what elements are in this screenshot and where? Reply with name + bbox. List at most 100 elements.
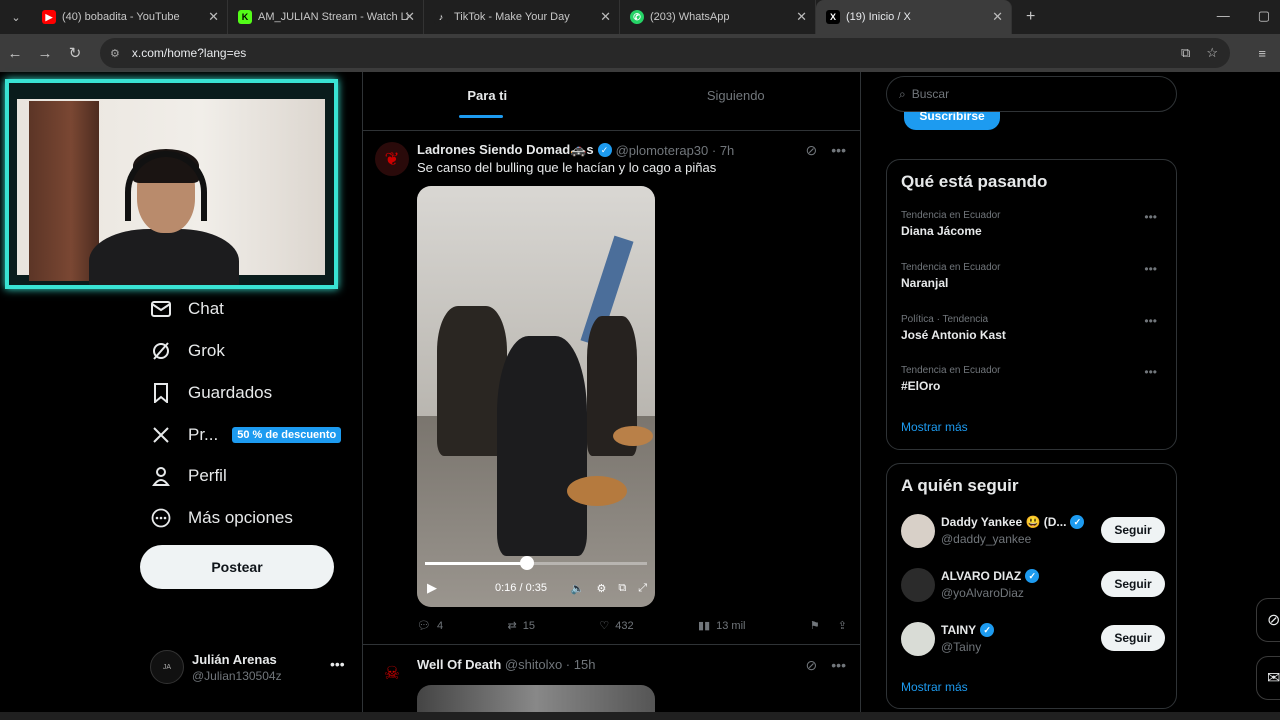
install-app-icon[interactable]: ⧉ (1181, 45, 1190, 61)
follow-button[interactable]: Seguir (1101, 571, 1165, 597)
settings-icon[interactable]: ⚙ (596, 582, 606, 595)
author-handle[interactable]: @shitolxo (505, 657, 562, 672)
nav-item-mas-opciones[interactable]: Más opciones (150, 507, 293, 529)
video-frame (613, 426, 653, 446)
reading-list-icon[interactable]: ≡ (1258, 46, 1266, 61)
minimize-icon[interactable]: — (1217, 8, 1230, 24)
trend-item[interactable]: Política · Tendencia José Antonio Kast •… (901, 314, 1163, 342)
tab-title: (40) bobadita - YouTube (62, 11, 180, 23)
nav-label: Grok (188, 341, 225, 360)
follow-button[interactable]: Seguir (1101, 625, 1165, 651)
url-bar[interactable]: ⚙ x.com/home?lang=es ⧉ ☆ (100, 38, 1230, 68)
repost-count: 15 (522, 619, 535, 632)
more-dots-icon[interactable]: ••• (330, 656, 345, 672)
back-icon[interactable]: ← (0, 45, 30, 62)
share-icon[interactable]: ⇪ (838, 619, 847, 632)
heart-icon: ♡ (599, 620, 610, 632)
trend-item[interactable]: Tendencia en Ecuador Naranjal ••• (901, 262, 1163, 290)
tab-siguiendo[interactable]: Siguiendo (612, 72, 861, 118)
show-more-follow-link[interactable]: Mostrar más (901, 680, 968, 694)
verified-badge-icon: ✓ (1070, 515, 1085, 529)
video-controls: ▶ 0:16 / 0:35 🔈 ⚙ ⧉ ⤢ (427, 578, 647, 598)
reply-button[interactable]: 💬︎ 4 (417, 619, 443, 633)
grok-icon[interactable]: ⊘ (806, 657, 818, 674)
close-tab-icon[interactable]: ✕ (992, 9, 1003, 25)
video-player[interactable]: ▶ 0:16 / 0:35 🔈 ⚙ ⧉ ⤢ (417, 186, 655, 607)
browser-tab-x[interactable]: X (19) Inicio / X ✕ (816, 0, 1012, 34)
discount-badge[interactable]: 50 % de descuento (232, 427, 342, 443)
video-scrubber-handle[interactable] (520, 556, 535, 570)
grok-floating-icon[interactable]: ⊘ (1256, 598, 1280, 642)
trend-item[interactable]: Tendencia en Ecuador #ElOro ••• (901, 365, 1163, 393)
nav-item-grok[interactable]: Grok (150, 340, 225, 362)
browser-tab-youtube[interactable]: ▶ (40) bobadita - YouTube ✕ (32, 0, 228, 34)
reload-icon[interactable]: ↻ (60, 44, 90, 62)
more-dots-icon[interactable]: ••• (1144, 262, 1157, 276)
site-info-icon[interactable]: ⚙ (110, 47, 120, 60)
avatar[interactable]: ❦ (375, 142, 409, 176)
more-dots-icon[interactable]: ••• (831, 657, 846, 674)
trend-context: Política · Tendencia (901, 314, 989, 325)
views-button[interactable]: ▮▮ 13 mil (698, 619, 745, 633)
follow-suggestion[interactable]: TAINY ✓ @Tainy Seguir (901, 622, 1165, 658)
more-dots-icon[interactable]: ••• (1144, 210, 1157, 224)
browser-tab-whatsapp[interactable]: ✆ (203) WhatsApp ✕ (620, 0, 816, 34)
new-tab-icon[interactable]: + (1026, 8, 1035, 26)
account-switcher[interactable]: JA Julián Arenas @Julian130504z ••• (150, 650, 345, 684)
show-more-trends-link[interactable]: Mostrar más (901, 420, 968, 434)
post-button[interactable]: Postear (140, 545, 334, 589)
avatar[interactable]: ☠ (375, 656, 409, 690)
follow-suggestion[interactable]: ALVARO DIAZ ✓ @yoAlvaroDiaz Seguir (901, 568, 1165, 604)
divider (363, 130, 860, 131)
nav-label: Chat (188, 299, 224, 318)
nav-item-premium[interactable]: Pr... 50 % de descuento (150, 424, 342, 446)
volume-icon[interactable]: 🔈 (571, 582, 585, 595)
follow-name: ALVARO DIAZ (941, 569, 1022, 583)
trend-topic: José Antonio Kast (901, 328, 1006, 342)
follow-suggestion[interactable]: Daddy Yankee 😃 (D... ✓ @daddy_yankee Segu… (901, 514, 1165, 550)
trends-card: Qué está pasando Tendencia en Ecuador Di… (886, 159, 1177, 450)
repost-button[interactable]: ⇄ 15 (508, 619, 535, 633)
nav-item-guardados[interactable]: Guardados (150, 382, 272, 404)
browser-tab-kick[interactable]: K AM_JULIAN Stream - Watch Live ✕ (228, 0, 424, 34)
divider (363, 644, 860, 645)
like-button[interactable]: ♡ 432 (599, 619, 633, 633)
trend-topic: Naranjal (901, 276, 949, 290)
more-circle-icon (150, 507, 172, 529)
pip-icon[interactable]: ⧉ (618, 582, 626, 595)
nav-item-perfil[interactable]: Perfil (150, 465, 227, 487)
browser-tab-tiktok[interactable]: ♪ TikTok - Make Your Day ✕ (424, 0, 620, 34)
tab-search-chevron-icon[interactable]: ⌄ (0, 0, 32, 34)
search-input[interactable]: ⌕ Buscar (886, 76, 1177, 112)
media-preview[interactable] (417, 685, 655, 712)
nav-item-chat[interactable]: Chat (150, 298, 224, 320)
author-name[interactable]: Ladrones Siendo Domad🚓s (417, 142, 594, 158)
messages-floating-icon[interactable]: ✉ (1256, 656, 1280, 700)
trend-item[interactable]: Tendencia en Ecuador Diana Jácome ••• (901, 210, 1163, 238)
tweet-time[interactable]: 7h (720, 143, 734, 158)
author-handle[interactable]: @plomoterap30 (616, 143, 709, 158)
close-tab-icon[interactable]: ✕ (796, 9, 807, 25)
tab-para-ti[interactable]: Para ti (363, 72, 612, 118)
maximize-icon[interactable]: ▢ (1258, 8, 1270, 24)
more-dots-icon[interactable]: ••• (1144, 314, 1157, 328)
forward-icon[interactable]: → (30, 45, 60, 62)
bookmark-star-icon[interactable]: ☆ (1206, 45, 1218, 61)
more-dots-icon[interactable]: ••• (1144, 365, 1157, 379)
bookmark-icon[interactable]: ⚑ (810, 619, 820, 632)
play-icon[interactable]: ▶ (427, 580, 437, 596)
close-tab-icon[interactable]: ✕ (208, 9, 219, 25)
fullscreen-icon[interactable]: ⤢ (638, 582, 647, 595)
trend-topic: Diana Jácome (901, 224, 982, 238)
more-dots-icon[interactable]: ••• (831, 142, 846, 159)
video-progress-bar[interactable] (425, 556, 647, 570)
author-name[interactable]: Well Of Death (417, 657, 501, 672)
close-tab-icon[interactable]: ✕ (404, 9, 415, 25)
follow-button[interactable]: Seguir (1101, 517, 1165, 543)
search-icon: ⌕ (899, 86, 906, 101)
x-premium-icon (150, 424, 172, 446)
grok-icon[interactable]: ⊘ (806, 142, 818, 159)
tweet-time[interactable]: 15h (574, 657, 596, 672)
close-tab-icon[interactable]: ✕ (600, 9, 611, 25)
video-frame (497, 336, 587, 556)
